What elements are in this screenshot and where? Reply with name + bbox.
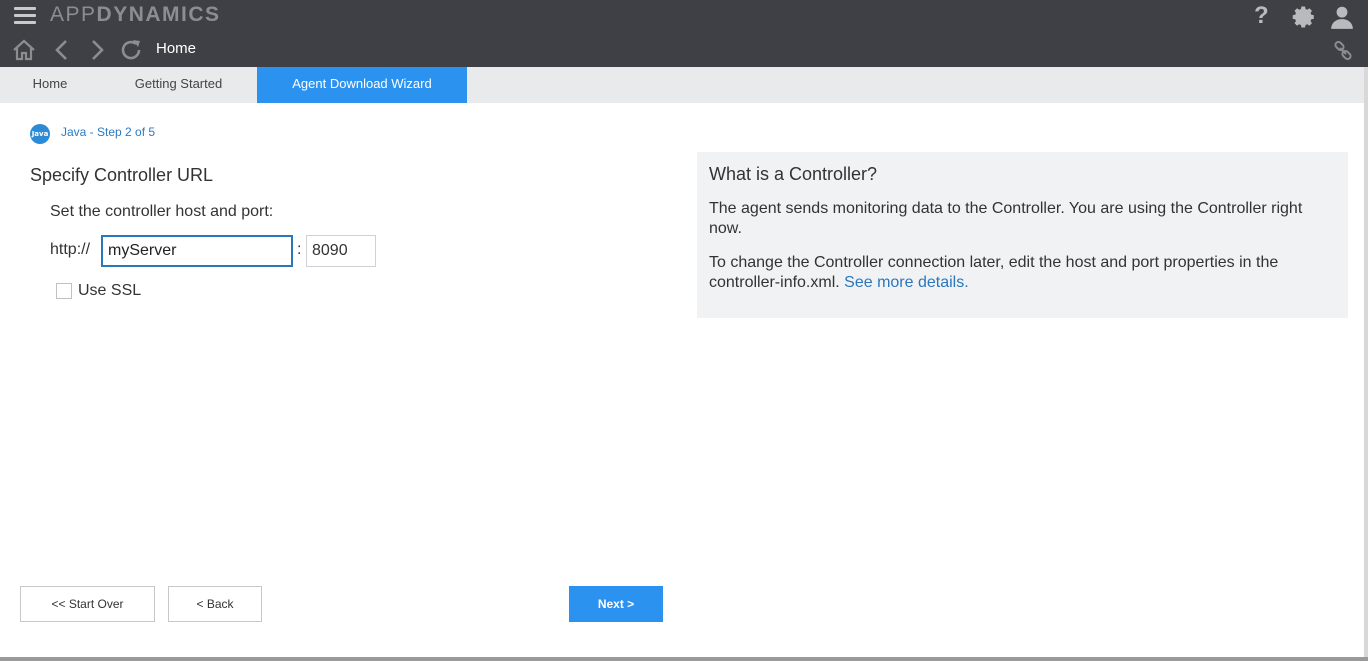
tab-bar: Home Getting Started Agent Download Wiza… — [0, 67, 1368, 103]
tab-getting-started[interactable]: Getting Started — [100, 67, 257, 103]
link-icon[interactable] — [1332, 40, 1354, 62]
gear-icon[interactable] — [1291, 4, 1317, 30]
info-paragraph-2-text: To change the Controller connection late… — [709, 254, 1279, 291]
top-bar: APPDYNAMICS ? Home — [0, 0, 1368, 67]
next-button[interactable]: Next > — [569, 586, 663, 622]
use-ssl-checkbox[interactable] — [56, 283, 72, 299]
section-title: Specify Controller URL — [30, 165, 214, 185]
protocol-label: http:// — [50, 241, 91, 258]
back-arrow-icon[interactable] — [50, 37, 76, 63]
use-ssl-label[interactable]: Use SSL — [78, 282, 141, 300]
user-icon[interactable] — [1329, 4, 1355, 30]
hamburger-menu-icon[interactable] — [14, 7, 36, 25]
controller-host-input[interactable] — [101, 235, 293, 267]
refresh-icon[interactable] — [118, 37, 144, 63]
info-paragraph-2: To change the Controller connection late… — [709, 253, 1329, 293]
step-indicator: Java - Step 2 of 5 — [61, 125, 156, 139]
instructions-text: Set the controller host and port: — [50, 203, 274, 220]
info-paragraph-1: The agent sends monitoring data to the C… — [709, 200, 1303, 237]
port-separator: : — [297, 241, 302, 258]
app-logo: APPDYNAMICS — [50, 3, 221, 26]
info-panel: What is a Controller? The agent sends mo… — [697, 152, 1348, 318]
controller-port-input[interactable] — [306, 235, 376, 267]
window-bottom-border — [0, 657, 1368, 661]
home-icon[interactable] — [11, 37, 37, 63]
see-more-details-link[interactable]: See more details. — [844, 274, 969, 291]
java-badge-icon: Java — [30, 124, 50, 144]
back-button[interactable]: < Back — [168, 586, 262, 622]
tab-home[interactable]: Home — [0, 67, 100, 103]
tab-agent-download-wizard[interactable]: Agent Download Wizard — [257, 67, 467, 103]
start-over-button[interactable]: << Start Over — [20, 586, 155, 622]
help-icon[interactable]: ? — [1254, 4, 1280, 30]
scrollbar[interactable] — [1364, 67, 1368, 661]
forward-arrow-icon[interactable] — [84, 37, 110, 63]
page-title: Home — [156, 40, 197, 57]
info-title: What is a Controller? — [709, 164, 878, 184]
